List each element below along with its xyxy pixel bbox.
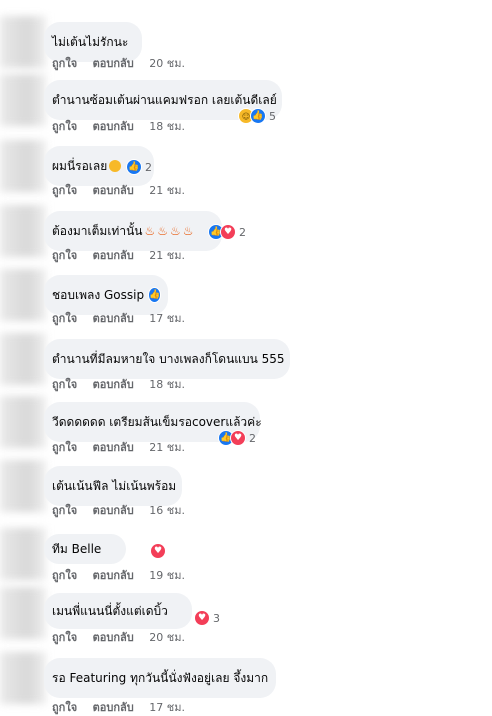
comment-bubble: ตำนานที่มีลมหายใจ บางเพลงก็โดนแบน 555	[44, 339, 290, 379]
reaction-summary[interactable]: 👍 ♥ 2	[218, 430, 256, 446]
blurred-avatar	[0, 587, 46, 639]
comment-bubble: รอ Featuring ทุกวันนี้นั่งฟังอยู่เลย จึ้…	[44, 658, 276, 698]
reaction-summary[interactable]: ♥ 3	[194, 610, 220, 626]
reply-link[interactable]: ตอบกลับ	[93, 698, 134, 716]
comment-bubble: เมนพี่แนนนี่ตั้งแต่เดบิ้ว	[44, 593, 192, 629]
fire-emoji-icon: ♨	[144, 224, 156, 238]
reaction-count: 3	[213, 611, 220, 625]
like-link[interactable]: ถูกใจ	[52, 54, 77, 72]
fire-emoji-icon: ♨	[170, 224, 181, 238]
reaction-count: 5	[269, 109, 276, 123]
comment-actions: ถูกใจ ตอบกลับ 16 ชม.	[52, 501, 197, 519]
like-link[interactable]: ถูกใจ	[52, 438, 77, 456]
comment-actions: ถูกใจ ตอบกลับ 18 ชม.	[52, 117, 197, 135]
comment-text: ทีม Belle	[52, 542, 102, 556]
like-link[interactable]: ถูกใจ	[52, 309, 77, 327]
comment-text: ชอบเพลง Gossip	[52, 288, 145, 302]
reply-link[interactable]: ตอบกลับ	[93, 246, 134, 264]
blurred-avatar	[0, 460, 46, 512]
comment-text: เต้นเน้นฟีล ไม่เน้นพร้อม	[52, 479, 177, 493]
timestamp[interactable]: 21 ชม.	[149, 246, 185, 264]
reply-link[interactable]: ตอบกลับ	[93, 309, 134, 327]
reaction-count: 2	[239, 225, 246, 239]
love-icon: ♥	[194, 610, 210, 626]
comment-text: ตำนานที่มีลมหายใจ บางเพลงก็โดนแบน 555	[52, 352, 285, 366]
fire-emoji-icon: ♨	[182, 224, 194, 238]
reply-link[interactable]: ตอบกลับ	[93, 566, 134, 584]
reply-link[interactable]: ตอบกลับ	[93, 117, 134, 135]
comment-actions: ถูกใจ ตอบกลับ 18 ชม.	[52, 375, 197, 393]
reaction-summary[interactable]: ♥	[150, 543, 166, 559]
comment-text: เมนพี่แนนนี่ตั้งแต่เดบิ้ว	[52, 604, 168, 618]
blurred-avatar	[0, 140, 46, 192]
like-link[interactable]: ถูกใจ	[52, 117, 77, 135]
like-icon: 👍	[126, 159, 142, 175]
comment-actions: ถูกใจ ตอบกลับ 19 ชม.	[52, 566, 197, 584]
love-icon: ♥	[220, 224, 236, 240]
like-icon: 👍	[148, 287, 162, 303]
timestamp[interactable]: 17 ชม.	[149, 309, 185, 327]
blurred-avatar	[0, 16, 46, 68]
timestamp[interactable]: 20 ชม.	[149, 54, 185, 72]
timestamp[interactable]: 21 ชม.	[149, 181, 185, 199]
timestamp[interactable]: 18 ชม.	[149, 117, 185, 135]
reaction-count: 2	[249, 431, 256, 445]
comment-text: วีดดดดดด เตรียมส้นเข็มรอcoverแล้วค่ะ	[52, 415, 262, 429]
comment-text: ผมนี่รอเลย	[52, 159, 108, 173]
reply-link[interactable]: ตอบกลับ	[93, 375, 134, 393]
comment-actions: ถูกใจ ตอบกลับ 21 ชม.	[52, 438, 197, 456]
comment-actions: ถูกใจ ตอบกลับ 17 ชม.	[52, 309, 197, 327]
like-link[interactable]: ถูกใจ	[52, 628, 77, 646]
comment-actions: ถูกใจ ตอบกลับ 20 ชม.	[52, 54, 197, 72]
like-link[interactable]: ถูกใจ	[52, 246, 77, 264]
blurred-avatar	[0, 528, 46, 580]
comment-actions: ถูกใจ ตอบกลับ 21 ชม.	[52, 181, 197, 199]
reply-link[interactable]: ตอบกลับ	[93, 501, 134, 519]
blurred-avatar	[0, 74, 46, 126]
reaction-count: 2	[145, 160, 152, 174]
reaction-summary[interactable]: 👍 2	[126, 159, 152, 175]
like-link[interactable]: ถูกใจ	[52, 375, 77, 393]
comment-actions: ถูกใจ ตอบกลับ 21 ชม.	[52, 246, 197, 264]
timestamp[interactable]: 18 ชม.	[149, 375, 185, 393]
love-icon: ♥	[150, 543, 166, 559]
like-icon: 👍	[250, 108, 266, 124]
comment-actions: ถูกใจ ตอบกลับ 17 ชม.	[52, 698, 197, 716]
comment-text: ไม่เต้นไม่รักนะ	[52, 35, 129, 49]
like-link[interactable]: ถูกใจ	[52, 566, 77, 584]
reply-link[interactable]: ตอบกลับ	[93, 54, 134, 72]
reaction-summary[interactable]: ☺ 👍 5	[238, 108, 276, 124]
blurred-avatar	[0, 396, 46, 448]
fire-emoji-icon: ♨	[157, 224, 168, 238]
blurred-avatar	[0, 652, 46, 704]
reply-link[interactable]: ตอบกลับ	[93, 438, 134, 456]
comment-text: รอ Featuring ทุกวันนี้นั่งฟังอยู่เลย จึ้…	[52, 671, 269, 685]
reply-link[interactable]: ตอบกลับ	[93, 181, 134, 199]
comment-bubble: เต้นเน้นฟีล ไม่เน้นพร้อม	[44, 466, 182, 506]
comment-text: ต้องมาเต็มเท่านั้น	[52, 224, 143, 238]
blurred-avatar	[0, 333, 46, 385]
timestamp[interactable]: 21 ชม.	[149, 438, 185, 456]
timestamp[interactable]: 16 ชม.	[149, 501, 185, 519]
timestamp[interactable]: 20 ชม.	[149, 628, 185, 646]
blurred-avatar	[0, 269, 46, 321]
comment-actions: ถูกใจ ตอบกลับ 20 ชม.	[52, 628, 197, 646]
like-link[interactable]: ถูกใจ	[52, 501, 77, 519]
reaction-summary[interactable]: 👍 ♥ 2	[208, 224, 246, 240]
comment-bubble: ต้องมาเต็มเท่านั้น ♨ ♨ ♨ ♨	[44, 211, 222, 251]
like-link[interactable]: ถูกใจ	[52, 698, 77, 716]
timestamp[interactable]: 17 ชม.	[149, 698, 185, 716]
like-link[interactable]: ถูกใจ	[52, 181, 77, 199]
reply-link[interactable]: ตอบกลับ	[93, 628, 134, 646]
comment-text: ตำนานซ้อมเต้นผ่านแคมฟรอก เลยเต้นดีเลย์	[52, 93, 277, 107]
smile-emoji-icon	[109, 160, 122, 172]
love-icon: ♥	[230, 430, 246, 446]
timestamp[interactable]: 19 ชม.	[149, 566, 185, 584]
blurred-avatar	[0, 205, 46, 257]
comment-bubble: ทีม Belle	[44, 534, 126, 564]
